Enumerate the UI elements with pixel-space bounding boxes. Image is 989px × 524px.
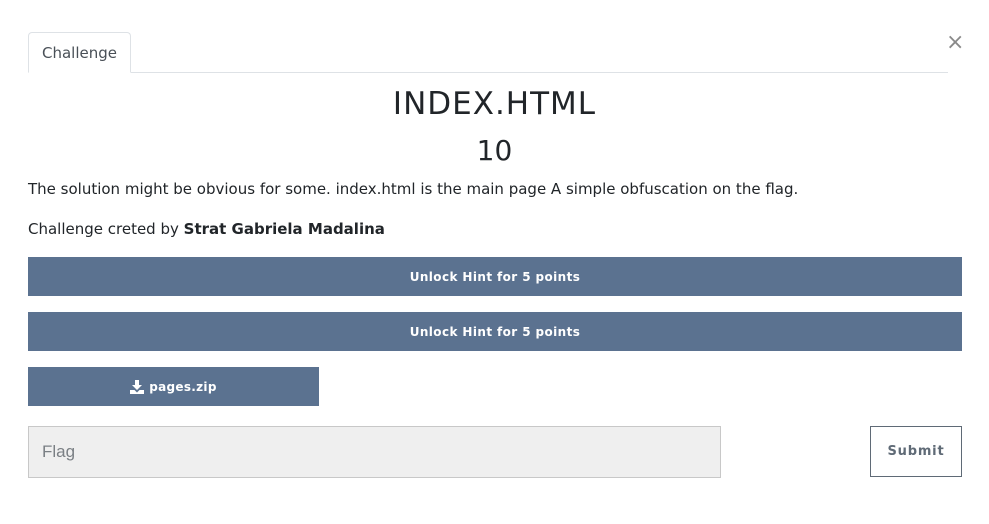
file-name: pages.zip [149, 379, 217, 394]
tab-bar: Challenge [28, 32, 948, 73]
challenge-description: The solution might be obvious for some. … [28, 180, 799, 198]
unlock-hint-button-2[interactable]: Unlock Hint for 5 points [28, 312, 962, 351]
challenge-author-line: Challenge creted by Strat Gabriela Madal… [28, 220, 385, 238]
challenge-title: INDEX.HTML [392, 86, 597, 122]
hint-label: Unlock Hint for 5 points [409, 324, 581, 339]
unlock-hint-button-1[interactable]: Unlock Hint for 5 points [28, 257, 962, 296]
flag-input[interactable] [28, 426, 721, 478]
tab-challenge[interactable]: Challenge [28, 32, 131, 73]
challenge-modal: Challenge × INDEX.HTML 10 The solution m… [0, 0, 989, 524]
author-name: Strat Gabriela Madalina [183, 220, 385, 238]
challenge-points: 10 [476, 134, 513, 167]
download-icon [130, 379, 145, 394]
hint-label: Unlock Hint for 5 points [409, 269, 581, 284]
author-prefix: Challenge creted by [28, 220, 184, 238]
close-icon[interactable]: × [946, 32, 964, 54]
download-file-button[interactable]: pages.zip [28, 367, 319, 406]
submit-button[interactable]: Submit [870, 426, 962, 477]
